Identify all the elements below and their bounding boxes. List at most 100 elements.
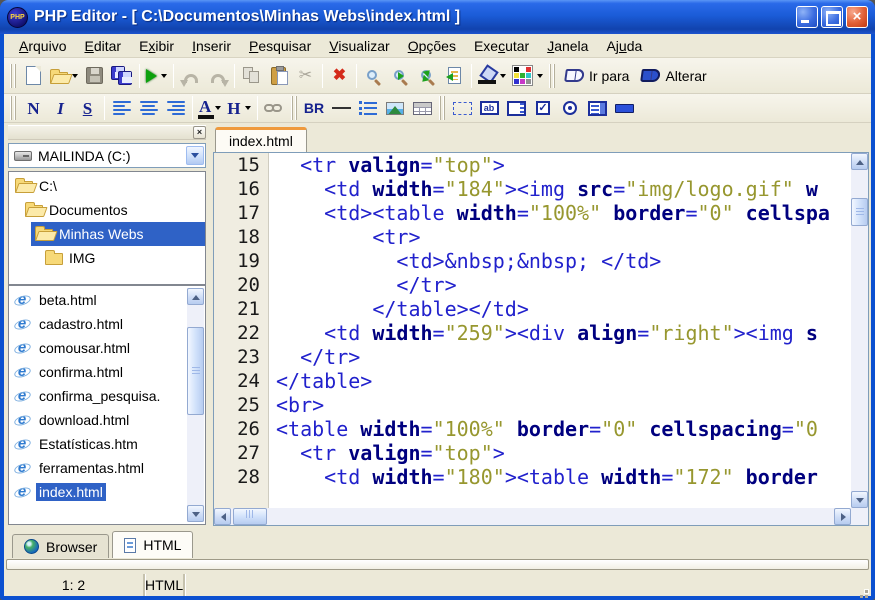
textarea-button[interactable] [503,94,530,122]
font-color-button[interactable]: A [196,94,224,122]
find-next-button[interactable] [387,62,414,90]
form-button[interactable] [449,94,476,122]
code-line-20[interactable]: 20 </tr> [214,273,851,297]
scroll-track[interactable] [187,305,204,505]
drive-selector[interactable]: MAILINDA (C:) [8,143,206,168]
align-center-button[interactable] [135,94,162,122]
scroll-down-button[interactable] [851,491,868,508]
code-line-22[interactable]: 22 <td width="259"><div align="right"><i… [214,321,851,345]
underline-button[interactable]: S [74,94,101,122]
menu-item-arquivo[interactable]: Arquivo [10,35,75,57]
italic-button[interactable]: I [47,94,74,122]
menu-item-editar[interactable]: Editar [75,35,130,57]
text-input-button[interactable]: ab [476,94,503,122]
horizontal-rule-button[interactable] [328,94,355,122]
tree-item-img[interactable]: IMG [41,246,205,270]
toolbar-gripper[interactable] [10,96,17,120]
listbox-button[interactable] [584,94,611,122]
find-in-files-button[interactable] [441,62,468,90]
scroll-track[interactable] [231,508,834,525]
maximize-button[interactable] [821,6,843,28]
image-button[interactable] [382,94,409,122]
align-right-button[interactable] [162,94,189,122]
tree-item-c[interactable]: C:\ [11,174,205,198]
menu-item-pesquisar[interactable]: Pesquisar [240,35,320,57]
tab-browser[interactable]: Browser [12,534,109,558]
file-item-download-html[interactable]: edownload.html [9,408,186,432]
save-all-button[interactable] [108,62,136,90]
line-break-button[interactable]: BR [301,94,328,122]
copy-button[interactable] [238,62,265,90]
table-button[interactable] [409,94,436,122]
code-line-19[interactable]: 19 <td>&nbsp;&nbsp; </td> [214,249,851,273]
toolbar-gripper[interactable] [291,96,298,120]
menu-item-ajuda[interactable]: Ajuda [597,35,651,57]
toolbar-gripper[interactable] [549,64,556,88]
run-button[interactable] [143,62,170,90]
code-line-21[interactable]: 21 </table></td> [214,297,851,321]
menu-item-inserir[interactable]: Inserir [183,35,240,57]
tab-html[interactable]: HTML [112,531,193,558]
minimize-button[interactable] [796,6,818,28]
code-line-26[interactable]: 26<table width="100%" border="0" cellspa… [214,417,851,441]
close-button[interactable]: × [846,6,868,28]
code-line-16[interactable]: 16 <td width="184"><img src="img/logo.gi… [214,177,851,201]
cut-button[interactable]: ✂ [292,62,319,90]
menu-item-opc-o-es[interactable]: Opções [399,35,465,57]
scroll-up-button[interactable] [851,153,868,170]
checkbox-button[interactable]: ✓ [530,94,557,122]
code-line-23[interactable]: 23 </tr> [214,345,851,369]
palette-button[interactable] [509,62,546,90]
find-button[interactable] [360,62,387,90]
scroll-thumb[interactable] [851,198,868,226]
file-item-index-html[interactable]: eindex.html [9,480,186,504]
heading-button[interactable]: H [224,94,253,122]
tab-index-html[interactable]: index.html [215,127,307,152]
code-line-17[interactable]: 17 <td><table width="100%" border="0" ce… [214,201,851,225]
resize-grip[interactable] [856,581,870,595]
title-bar[interactable]: PHP PHP Editor - [ C:\Documentos\Minhas … [0,0,875,34]
file-item-confirma-pesquisa[interactable]: econfirma_pesquisa. [9,384,186,408]
toolbar-gripper[interactable] [10,64,17,88]
list-button[interactable] [355,94,382,122]
toolbar-gripper[interactable] [439,96,446,120]
link-button[interactable] [261,94,288,122]
radio-button[interactable] [557,94,584,122]
scroll-down-button[interactable] [187,505,204,522]
code-editor[interactable]: 15 <tr valign="top">16 <td width="184"><… [214,153,851,508]
new-file-button[interactable] [20,62,47,90]
menu-item-executar[interactable]: Executar [465,35,538,57]
file-item-beta-html[interactable]: ebeta.html [9,288,186,312]
undo-button[interactable] [177,62,204,90]
goto-button[interactable]: Ir para [559,62,635,90]
save-button[interactable] [81,62,108,90]
scroll-left-button[interactable] [214,508,231,525]
paste-button[interactable] [265,62,292,90]
file-item-comousar-html[interactable]: ecomousar.html [9,336,186,360]
redo-button[interactable] [204,62,231,90]
menu-item-visualizar[interactable]: Visualizar [320,35,398,57]
code-line-27[interactable]: 27 <tr valign="top"> [214,441,851,465]
scroll-track[interactable] [851,170,868,491]
sidebar-close-button[interactable]: × [193,126,206,139]
code-line-25[interactable]: 25<br> [214,393,851,417]
file-item-ferramentas-html[interactable]: eferramentas.html [9,456,186,480]
code-line-18[interactable]: 18 <tr> [214,225,851,249]
scroll-up-button[interactable] [187,288,204,305]
scroll-thumb[interactable] [187,327,204,415]
code-line-15[interactable]: 15 <tr valign="top"> [214,153,851,177]
file-item-estati-sticas-htm[interactable]: eEstatísticas.htm [9,432,186,456]
align-left-button[interactable] [108,94,135,122]
file-item-confirma-html[interactable]: econfirma.html [9,360,186,384]
scroll-thumb[interactable] [233,508,267,525]
push-button-button[interactable] [611,94,638,122]
code-line-24[interactable]: 24</table> [214,369,851,393]
menu-item-exibir[interactable]: Exibir [130,35,183,57]
menu-item-janela[interactable]: Janela [538,35,597,57]
replace-button[interactable] [414,62,441,90]
tree-item-minhas-webs[interactable]: Minhas Webs [31,222,205,246]
close-file-button[interactable]: ✖ [326,62,353,90]
bold-button[interactable]: N [20,94,47,122]
code-line-28[interactable]: 28 <td width="180"><table width="172" bo… [214,465,851,489]
open-file-button[interactable] [47,62,81,90]
